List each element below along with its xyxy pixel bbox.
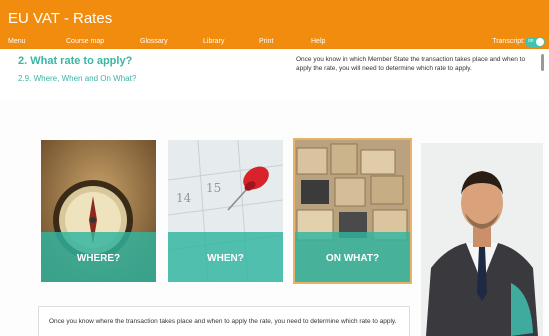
intro-scrollbar[interactable] (539, 52, 545, 94)
course-map-button[interactable]: Course map (66, 38, 104, 45)
top-bar: EU VAT - Rates Menu Course map Glossary … (0, 0, 549, 49)
app-title: EU VAT - Rates (8, 10, 113, 27)
card-label: ON WHAT? (325, 253, 380, 264)
intro-text: Once you know in which Member State the … (296, 56, 526, 72)
glossary-button[interactable]: Glossary (140, 38, 168, 45)
toggle-state: on (528, 38, 534, 44)
svg-text:15: 15 (206, 181, 221, 195)
page-header: 2. What rate to apply? 2.9. Where, When … (0, 49, 549, 99)
transcript-box: Once you know where the transaction take… (38, 306, 410, 336)
transcript-label: Transcript: (492, 38, 525, 45)
transcript-text: Once you know where the transaction take… (49, 318, 397, 325)
svg-text:14: 14 (176, 191, 192, 205)
presenter-illustration (421, 143, 543, 336)
menu-button[interactable]: Menu (8, 38, 26, 45)
help-button[interactable]: Help (311, 38, 325, 45)
print-button[interactable]: Print (259, 38, 273, 45)
page-subtitle: 2.9. Where, When and On What? (18, 74, 137, 83)
card-label: WHEN? (207, 253, 244, 264)
card-on-what[interactable]: ON WHAT? (293, 138, 412, 284)
presenter-image (421, 143, 543, 336)
toggle-knob (536, 38, 544, 46)
library-button[interactable]: Library (203, 38, 224, 45)
page-title: 2. What rate to apply? (18, 55, 133, 67)
scroll-thumb[interactable] (541, 54, 544, 71)
transcript-toggle[interactable]: on (525, 37, 545, 47)
card-label: WHERE? (76, 253, 121, 264)
card-when[interactable]: 14 15 WHEN? (168, 140, 283, 282)
card-where[interactable]: WHERE? (41, 140, 156, 282)
menu-bar: Menu Course map Glossary Library Print H… (0, 36, 549, 49)
